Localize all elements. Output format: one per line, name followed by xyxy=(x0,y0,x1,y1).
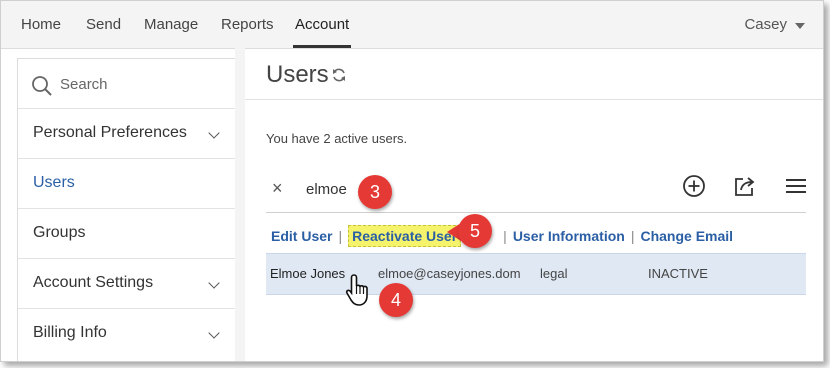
sidebar-item-label: Personal Preferences xyxy=(33,124,187,141)
callout-badge: 4 xyxy=(379,283,413,317)
callout-badge: 5 xyxy=(458,214,492,248)
sidebar-item-label: Users xyxy=(33,174,75,191)
search-icon xyxy=(32,76,52,96)
divider xyxy=(235,48,245,361)
chevron-down-icon xyxy=(208,327,220,339)
user-information-link[interactable]: User Information xyxy=(513,228,625,244)
sidebar: Search Personal Preferences Users Groups… xyxy=(17,58,237,361)
user-status-cell: INACTIVE xyxy=(648,266,708,281)
separator: | xyxy=(503,228,507,244)
tab-manage[interactable]: Manage xyxy=(144,16,198,33)
tab-send[interactable]: Send xyxy=(86,16,121,33)
hand-cursor-icon xyxy=(345,274,368,306)
active-tab-indicator xyxy=(293,45,351,48)
search-label: Search xyxy=(60,76,108,93)
export-icon[interactable] xyxy=(733,174,757,198)
user-search-input[interactable]: elmoe xyxy=(306,181,347,198)
user-name: Casey xyxy=(744,16,787,33)
sidebar-item-account-settings[interactable]: Account Settings xyxy=(18,259,236,309)
edit-user-link[interactable]: Edit User xyxy=(271,228,332,244)
clear-search-icon[interactable]: × xyxy=(272,178,283,199)
divider xyxy=(245,99,823,100)
sidebar-item-label: Billing Info xyxy=(33,324,107,341)
chevron-down-icon xyxy=(208,277,220,289)
reactivate-user-link[interactable]: Reactivate User xyxy=(348,225,462,247)
change-email-link[interactable]: Change Email xyxy=(640,228,733,244)
tab-account[interactable]: Account xyxy=(295,16,349,33)
sidebar-search[interactable]: Search xyxy=(18,59,236,109)
sidebar-item-personal-preferences[interactable]: Personal Preferences xyxy=(18,109,236,159)
sidebar-item-label: Account Settings xyxy=(33,274,154,291)
user-menu[interactable]: Casey xyxy=(744,16,805,33)
divider xyxy=(266,212,806,213)
sidebar-item-label: Groups xyxy=(33,224,86,241)
chevron-down-icon xyxy=(208,127,220,139)
sidebar-item-users[interactable]: Users xyxy=(18,159,236,209)
separator: | xyxy=(338,228,343,244)
top-nav: Home Send Manage Reports Account Casey xyxy=(1,1,823,49)
callout-badge: 3 xyxy=(358,175,392,209)
user-actions-bar: Edit User | Reactivate User | User Infor… xyxy=(271,225,733,247)
active-users-count: You have 2 active users. xyxy=(266,131,408,146)
separator: | xyxy=(630,228,635,244)
add-user-icon[interactable] xyxy=(682,174,706,198)
menu-icon[interactable] xyxy=(785,174,807,198)
user-email-cell: elmoe@caseyjones.dom xyxy=(378,266,521,281)
tab-home[interactable]: Home xyxy=(21,16,61,33)
app-window: Home Send Manage Reports Account Casey S… xyxy=(0,0,824,362)
user-group-cell: legal xyxy=(540,266,568,281)
user-name-cell: Elmoe Jones xyxy=(270,266,346,281)
page-title: Users xyxy=(266,61,329,88)
sidebar-item-groups[interactable]: Groups xyxy=(18,209,236,259)
chevron-down-icon xyxy=(795,22,805,29)
tab-reports[interactable]: Reports xyxy=(221,16,274,33)
sidebar-item-billing-info[interactable]: Billing Info xyxy=(18,309,236,358)
refresh-icon[interactable] xyxy=(331,67,347,83)
